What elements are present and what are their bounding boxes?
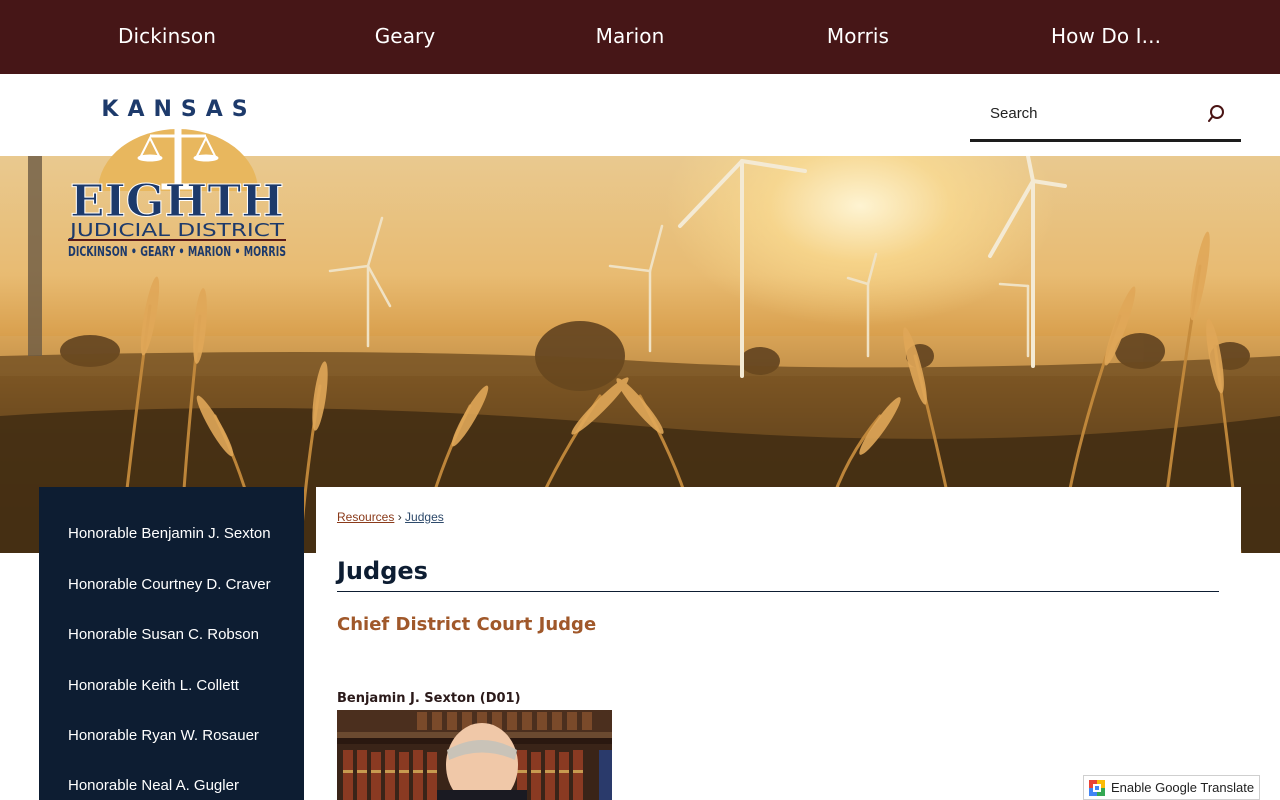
top-navigation: Dickinson Geary Marion Morris How Do I..… (0, 0, 1280, 74)
breadcrumb-separator: › (397, 510, 402, 524)
logo-kansas-text: KANSAS (101, 97, 256, 122)
nav-how-do-i[interactable]: How Do I... (1051, 0, 1161, 74)
sidebar-item-rosauer[interactable]: Honorable Ryan W. Rosauer (68, 727, 259, 744)
nav-dickinson[interactable]: Dickinson (118, 0, 216, 74)
district-logo[interactable]: KANSAS EIGHTH JUDICIAL DISTRICT DICKINSO… (66, 86, 292, 262)
breadcrumb-resources[interactable]: Resources (337, 510, 394, 524)
google-translate-icon (1089, 780, 1105, 796)
sidebar-item-gugler[interactable]: Honorable Neal A. Gugler (68, 777, 239, 794)
sidebar-item-robson[interactable]: Honorable Susan C. Robson (68, 626, 259, 643)
google-translate-label: Enable Google Translate (1111, 780, 1255, 795)
judge-portrait-photo (337, 710, 612, 800)
logo-judicial-district-text: JUDICIAL DISTRICT (69, 220, 286, 241)
sidebar-item-collett[interactable]: Honorable Keith L. Collett (68, 677, 239, 694)
sidebar-item-sexton[interactable]: Honorable Benjamin J. Sexton (68, 525, 271, 542)
page-title: Judges (337, 556, 1219, 592)
search-box (970, 88, 1241, 142)
sidebar-item-craver[interactable]: Honorable Courtney D. Craver (68, 576, 271, 593)
flag-icon (599, 750, 612, 800)
main-content: Resources › Judges Judges Chief District… (316, 487, 1241, 800)
breadcrumb-judges[interactable]: Judges (405, 510, 444, 524)
google-translate-button[interactable]: Enable Google Translate (1083, 775, 1260, 800)
search-input[interactable] (970, 88, 1200, 139)
judge-name: Benjamin J. Sexton (D01) (337, 691, 521, 706)
breadcrumb: Resources › Judges (337, 510, 444, 524)
nav-marion[interactable]: Marion (596, 0, 665, 74)
nav-morris[interactable]: Morris (827, 0, 889, 74)
nav-geary[interactable]: Geary (375, 0, 436, 74)
judges-sidebar: Honorable Benjamin J. Sexton Honorable C… (39, 487, 304, 800)
section-heading: Chief District Court Judge (337, 614, 597, 635)
search-icon[interactable] (1208, 104, 1228, 124)
scales-of-justice-logo-icon: KANSAS EIGHTH JUDICIAL DISTRICT DICKINSO… (68, 97, 286, 260)
logo-counties-text: DICKINSON • GEARY • MARION • MORRIS (68, 245, 286, 260)
